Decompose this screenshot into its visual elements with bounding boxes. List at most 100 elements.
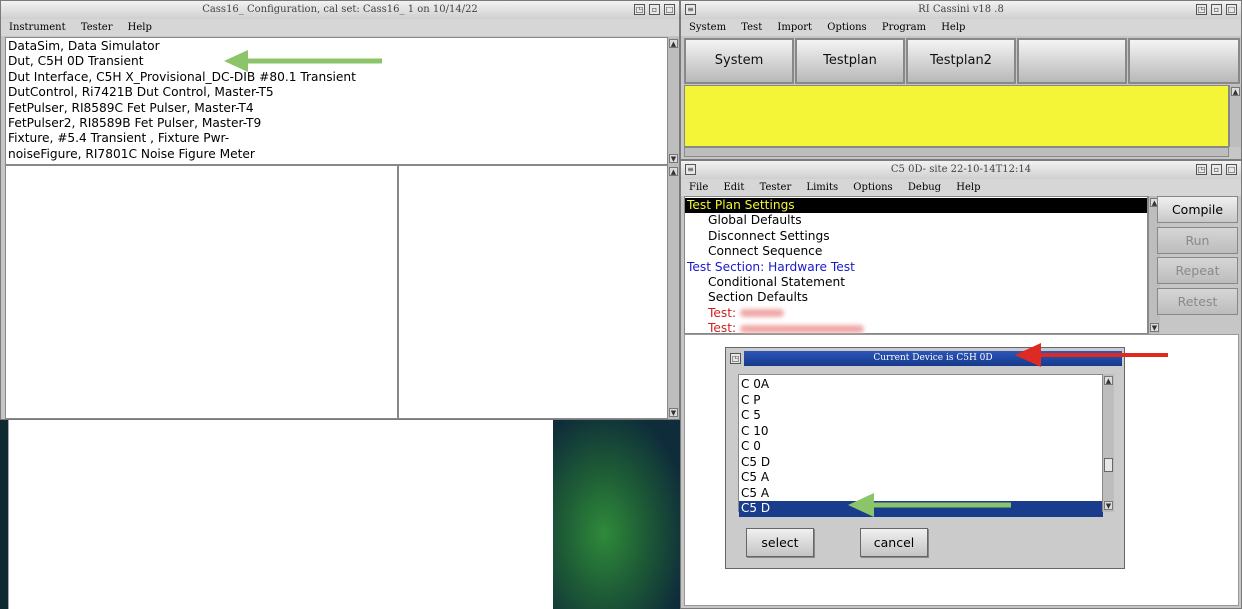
cancel-button[interactable]: cancel [860, 528, 928, 557]
lower-right-pane [398, 165, 669, 419]
tree-item-disconnect-settings[interactable]: Disconnect Settings [685, 229, 1147, 244]
minimize-icon[interactable]: ◳ [1196, 164, 1207, 175]
menu-limits[interactable]: Limits [806, 182, 838, 193]
scroll-thumb[interactable] [1104, 458, 1113, 472]
config-window-title: Cass16_ Configuration, cal set: Cass16_ … [202, 4, 478, 15]
green-arrow-selected-device [848, 493, 1011, 517]
config-window-titlebar[interactable]: Cass16_ Configuration, cal set: Cass16_ … [1, 1, 679, 20]
minimize-icon[interactable]: ◳ [634, 4, 645, 15]
tab-empty-4[interactable] [1017, 38, 1127, 84]
tree-item-test[interactable]: Test: [685, 306, 1147, 321]
restore-icon[interactable]: ▫ [649, 4, 660, 15]
desktop-white-area [8, 420, 553, 609]
menu-help[interactable]: Help [941, 22, 965, 33]
testplan-titlebar[interactable]: C5 0D- site 22-10-14T12:14 ≡ ◳ ▫ □ [681, 161, 1241, 180]
status-scrollbar[interactable]: ▲ [1229, 85, 1241, 147]
tab-system[interactable]: System [684, 38, 794, 84]
red-arrow-dialog-title [1015, 343, 1168, 367]
device-dialog: Current Device is C5H 0D ◳ C 0A C P C 5 … [725, 347, 1125, 569]
maximize-icon[interactable]: □ [664, 4, 675, 15]
instrument-line: noiseFigure, RI7801C Noise Figure Meter [8, 146, 255, 161]
list-item[interactable]: C5 D [739, 455, 1103, 471]
testplan-title: C5 0D- site 22-10-14T12:14 [890, 164, 1032, 175]
menu-help[interactable]: Help [956, 182, 980, 193]
app-icon: ≡ [685, 4, 696, 15]
list-item[interactable]: C 0A [739, 377, 1103, 393]
instrument-line: FetPulser2, RI8589B Fet Pulser, Master-T… [8, 116, 262, 131]
instrument-line: Dut Interface, C5H X_Provisional_DC-DIB … [8, 69, 356, 84]
menu-test[interactable]: Test [741, 22, 762, 33]
tree-item-test-section[interactable]: Test Section: Hardware Test [685, 260, 1147, 275]
retest-button[interactable]: Retest [1157, 288, 1238, 315]
menu-debug[interactable]: Debug [908, 182, 941, 193]
list-item-text: C 0A [741, 377, 770, 391]
scroll-down-icon[interactable]: ▼ [1150, 323, 1159, 332]
dialog-menu-icon[interactable]: ◳ [730, 353, 741, 364]
device-list-scrollbar[interactable]: ▲ ▼ [1102, 374, 1114, 512]
menu-tester[interactable]: Tester [760, 182, 792, 193]
menu-file[interactable]: File [689, 182, 708, 193]
list-item-text: C 0 [741, 439, 761, 453]
menu-options[interactable]: Options [827, 22, 866, 33]
menu-tester[interactable]: Tester [81, 22, 113, 33]
app-icon: ≡ [685, 164, 696, 175]
instrument-line: DutControl, Ri7421B Dut Control, Master-… [8, 85, 274, 100]
lower-pane-scrollbar[interactable]: ▲ ▼ [667, 165, 679, 419]
maximize-icon[interactable]: □ [1226, 4, 1237, 15]
maximize-icon[interactable]: □ [1226, 164, 1237, 175]
device-listbox[interactable]: C 0A C P C 5 C 10 C 0 C5 D C5 A C5 A C5 … [738, 374, 1104, 517]
tab-empty-5[interactable] [1128, 38, 1240, 84]
redacted-text [739, 324, 864, 333]
desktop-wallpaper [553, 420, 680, 609]
horizontal-scrollbar[interactable] [684, 147, 1229, 157]
scroll-up-icon[interactable]: ▲ [1231, 87, 1240, 96]
tree-item-conditional-statement[interactable]: Conditional Statement [685, 275, 1147, 290]
compile-button[interactable]: Compile [1157, 196, 1238, 223]
testplan-tree[interactable]: Test Plan Settings Global Defaults Disco… [684, 196, 1148, 335]
tree-item-test-plan-settings[interactable]: Test Plan Settings [685, 198, 1147, 214]
menu-edit[interactable]: Edit [723, 182, 744, 193]
list-item[interactable]: C P [739, 393, 1103, 409]
scroll-down-icon[interactable]: ▼ [669, 154, 678, 163]
list-item-text: C 5 [741, 408, 761, 422]
menu-import[interactable]: Import [777, 22, 812, 33]
tree-item-test-label: Test: [708, 305, 737, 320]
run-button[interactable]: Run [1157, 227, 1238, 254]
scroll-down-icon[interactable]: ▼ [669, 408, 678, 417]
device-dialog-title: Current Device is C5H 0D [873, 353, 993, 363]
scroll-down-icon[interactable]: ▼ [1104, 501, 1113, 510]
list-item[interactable]: C 5 [739, 408, 1103, 424]
list-item-text: C P [741, 392, 761, 407]
restore-icon[interactable]: ▫ [1211, 164, 1222, 175]
tree-item-connect-sequence[interactable]: Connect Sequence [685, 244, 1147, 259]
menu-system[interactable]: System [689, 22, 726, 33]
restore-icon[interactable]: ▫ [1211, 4, 1222, 15]
tab-testplan[interactable]: Testplan [795, 38, 905, 84]
list-item[interactable]: C 0 [739, 439, 1103, 455]
select-button[interactable]: select [746, 528, 814, 557]
scroll-up-icon[interactable]: ▲ [1104, 376, 1113, 385]
menu-instrument[interactable]: Instrument [9, 22, 66, 33]
list-item[interactable]: C 10 [739, 424, 1103, 440]
tree-item-section-defaults[interactable]: Section Defaults [685, 290, 1147, 305]
menu-options[interactable]: Options [853, 182, 892, 193]
menu-help[interactable]: Help [128, 22, 152, 33]
scroll-up-icon[interactable]: ▲ [669, 167, 678, 176]
list-item-text: C5 D [741, 454, 771, 469]
list-item[interactable]: C5 A [739, 470, 1103, 486]
minimize-icon[interactable]: ◳ [1196, 4, 1207, 15]
yellow-status-panel [684, 85, 1229, 147]
cassini-title: RI Cassini v18 .8 [918, 4, 1004, 15]
menu-program[interactable]: Program [882, 22, 926, 33]
tab-testplan2[interactable]: Testplan2 [906, 38, 1016, 84]
cassini-titlebar[interactable]: RI Cassini v18 .8 ≡ ◳ ▫ □ [681, 1, 1241, 20]
instrument-list-scrollbar[interactable]: ▲ ▼ [667, 37, 679, 165]
repeat-button[interactable]: Repeat [1157, 257, 1238, 284]
tree-item-global-defaults[interactable]: Global Defaults [685, 213, 1147, 228]
list-item-text: C 10 [741, 423, 769, 438]
cassini-main-window: RI Cassini v18 .8 ≡ ◳ ▫ □ System Test Im… [680, 0, 1242, 160]
list-item-text: C5 A [741, 470, 770, 484]
scroll-up-icon[interactable]: ▲ [669, 39, 678, 48]
testplan-menubar: File Edit Tester Limits Options Debug He… [681, 179, 1241, 196]
list-item-text: C5 A [741, 485, 770, 500]
